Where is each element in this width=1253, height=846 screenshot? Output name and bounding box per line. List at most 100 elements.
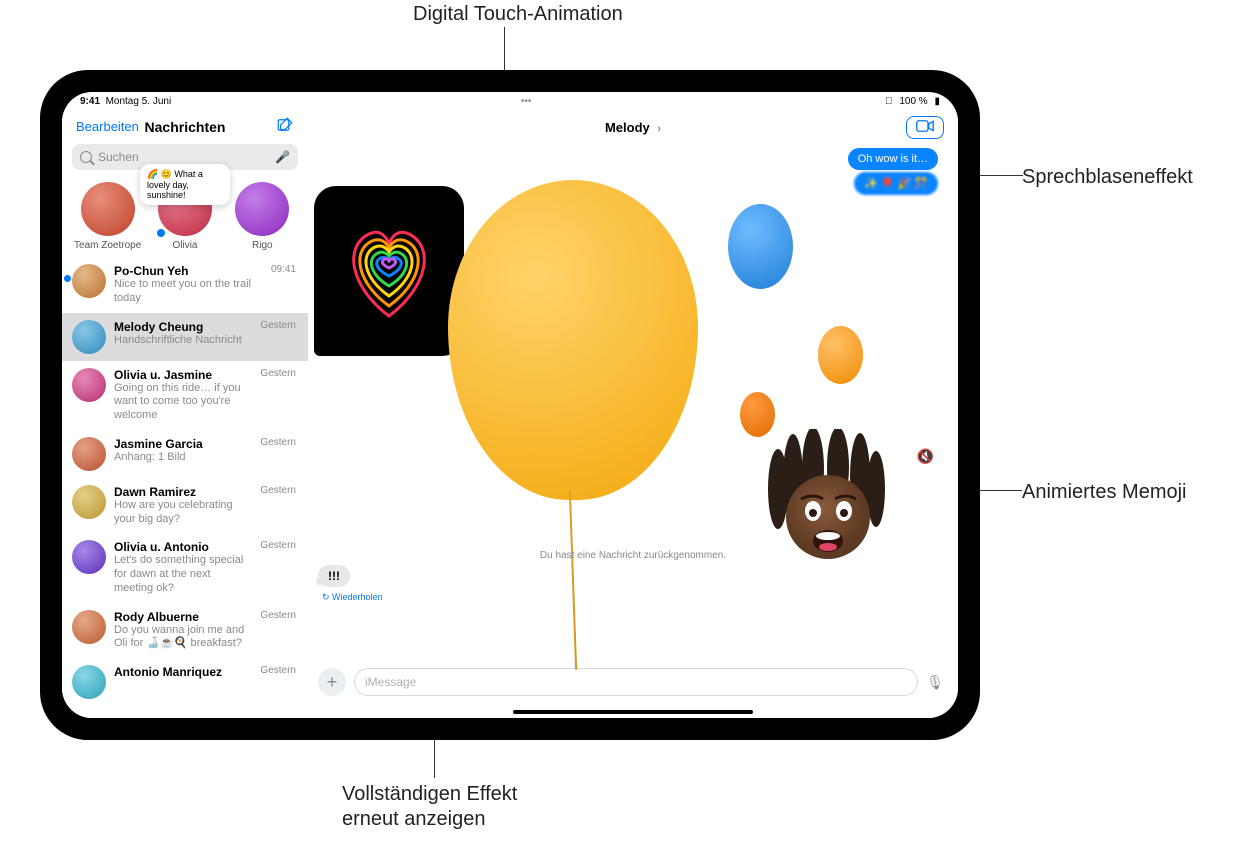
unsent-notice: Du hast eine Nachricht zurückgenommen.	[308, 550, 958, 561]
pin-label: Rigo	[252, 240, 273, 251]
balloon-effect-orange	[818, 326, 863, 384]
pinned-row: Team Zoetrope 🌈 😊 What a lovely day, suns…	[62, 176, 308, 257]
chat-header: Melody ›	[308, 110, 958, 144]
conversation-time: 09:41	[271, 264, 296, 306]
message-bubble-received[interactable]: !!!	[318, 565, 350, 587]
system-affordance-dots[interactable]: •••	[521, 96, 532, 107]
conversation-row[interactable]: Dawn RamirezHow are you celebrating your…	[62, 478, 308, 534]
conversation-time: Gestern	[260, 665, 296, 699]
statusbar-left: 9:41 Montag 5. Juni	[80, 96, 171, 107]
unread-dot	[64, 275, 71, 282]
message-bubble-sent[interactable]: Oh wow is it…	[848, 148, 938, 170]
statusbar-date: Montag 5. Juni	[106, 96, 172, 107]
apps-button[interactable]: +	[318, 668, 346, 696]
conversation-preview: Nice to meet you on the trail today	[114, 278, 263, 306]
conversation-preview: How are you celebrating your big day?	[114, 499, 252, 527]
avatar	[72, 610, 106, 644]
ipad-device-frame: 9:41 Montag 5. Juni ••• 􀙇 100 % ▮ Bearbe…	[40, 70, 980, 740]
statusbar-time: 9:41	[80, 96, 100, 107]
chat-title: Melody	[605, 120, 650, 135]
battery-pct: 100 %	[899, 96, 927, 107]
conversation-name: Po-Chun Yeh	[114, 264, 263, 278]
conversation-row[interactable]: Olivia u. JasmineGoing on this ride… if …	[62, 361, 308, 430]
conversation-time: Gestern	[260, 485, 296, 527]
conversation-name: Rody Albuerne	[114, 610, 252, 624]
avatar	[72, 437, 106, 471]
statusbar-right: 􀙇 100 % ▮	[881, 96, 940, 107]
preview-tooltip: 🌈 😊 What a lovely day, sunshine!	[140, 164, 230, 205]
avatar	[235, 182, 289, 236]
compose-icon	[276, 116, 294, 134]
edit-button[interactable]: Bearbeiten	[76, 119, 139, 134]
chat-body[interactable]: Oh wow is it… ✨ 🎈 🎉 🎊	[308, 144, 958, 665]
battery-icon: ▮	[934, 96, 940, 107]
facetime-button[interactable]	[906, 116, 944, 139]
pinned-conversation[interactable]: Rigo	[229, 182, 296, 251]
pin-label: Team Zoetrope	[74, 240, 141, 251]
video-icon	[916, 120, 934, 132]
avatar	[72, 264, 106, 298]
pin-label: Olivia	[172, 240, 197, 251]
conversation-name: Dawn Ramirez	[114, 485, 252, 499]
memoji-message[interactable]	[758, 429, 898, 569]
plus-icon: +	[327, 672, 338, 693]
pinned-conversation[interactable]: Team Zoetrope	[74, 182, 141, 251]
dictate-button[interactable]: 🎙	[926, 674, 944, 691]
conversation-preview: Let's do something special for dawn at t…	[114, 554, 252, 595]
conversation-name: Melody Cheung	[114, 320, 252, 334]
conversation-preview: Going on this ride… if you want to come …	[114, 382, 252, 423]
avatar	[72, 320, 106, 354]
conversation-row[interactable]: Antonio Manriquez Gestern	[62, 658, 308, 706]
compose-button[interactable]	[276, 116, 294, 137]
conversation-time: Gestern	[260, 368, 296, 423]
wifi-icon: 􀙇	[885, 96, 893, 107]
callout-replay: Vollständigen Effekt erneut anzeigen	[342, 782, 517, 832]
avatar	[72, 665, 106, 699]
conversation-row[interactable]: Po-Chun YehNice to meet you on the trail…	[62, 257, 308, 313]
replay-button[interactable]: ↻ Wiederholen	[322, 592, 383, 603]
pinned-conversation[interactable]: 🌈 😊 What a lovely day, sunshine!Olivia	[151, 182, 218, 251]
heart-sketch-icon	[329, 206, 449, 336]
callout-digital-touch: Digital Touch-Animation	[413, 2, 623, 27]
input-bar: + iMessage 🎙	[318, 665, 948, 699]
search-placeholder: Suchen	[98, 150, 139, 164]
conversation-name: Antonio Manriquez	[114, 665, 252, 679]
conversation-row[interactable]: Jasmine GarciaAnhang: 1 BildGestern	[62, 430, 308, 478]
avatar	[81, 182, 135, 236]
message-placeholder: iMessage	[365, 675, 416, 689]
conversation-preview: Do you wanna join me and Oli for 🍶☕🍳 bre…	[114, 624, 252, 652]
conversation-time: Gestern	[260, 437, 296, 471]
callout-memoji: Animiertes Memoji	[1022, 480, 1186, 505]
avatar	[72, 368, 106, 402]
memoji-face-icon	[758, 429, 898, 569]
search-icon	[80, 151, 92, 163]
unread-dot	[157, 229, 165, 237]
digital-touch-message[interactable]	[314, 186, 464, 356]
callout-speech-bubble: Sprechblaseneffekt	[1022, 165, 1193, 190]
avatar	[72, 485, 106, 519]
conversation-row[interactable]: Rody AlbuerneDo you wanna join me and Ol…	[62, 603, 308, 659]
mute-icon[interactable]: 🔇	[917, 448, 934, 465]
balloon-effect-main	[448, 180, 698, 500]
status-bar: 9:41 Montag 5. Juni ••• 􀙇 100 % ▮	[62, 92, 958, 110]
conversation-row[interactable]: Melody CheungHandschriftliche Nachricht G…	[62, 313, 308, 361]
sidebar-title: Nachrichten	[145, 119, 226, 135]
conversation-preview: Handschriftliche Nachricht	[114, 334, 252, 348]
avatar	[72, 540, 106, 574]
split-view: Bearbeiten Nachrichten Suchen 🎤 Team Zoe…	[62, 110, 958, 718]
message-input[interactable]: iMessage	[354, 668, 918, 696]
sidebar-header: Bearbeiten Nachrichten	[62, 110, 308, 144]
conversation-row[interactable]: Olivia u. AntonioLet's do something spec…	[62, 533, 308, 602]
conversation-time: Gestern	[260, 540, 296, 595]
chat-title-button[interactable]: Melody ›	[605, 120, 661, 135]
message-bubble-sent-effect[interactable]: ✨ 🎈 🎉 🎊	[854, 172, 938, 195]
home-indicator[interactable]	[513, 710, 753, 714]
mic-icon[interactable]: 🎤	[275, 150, 290, 164]
conversation-name: Jasmine Garcia	[114, 437, 252, 451]
chat-pane: Melody › Oh wow is it… ✨ 🎈 🎉 🎊	[308, 110, 958, 718]
conversation-time: Gestern	[260, 320, 296, 354]
sidebar: Bearbeiten Nachrichten Suchen 🎤 Team Zoe…	[62, 110, 308, 718]
conversation-name: Olivia u. Jasmine	[114, 368, 252, 382]
conversation-name: Olivia u. Antonio	[114, 540, 252, 554]
conversation-list: Po-Chun YehNice to meet you on the trail…	[62, 257, 308, 718]
